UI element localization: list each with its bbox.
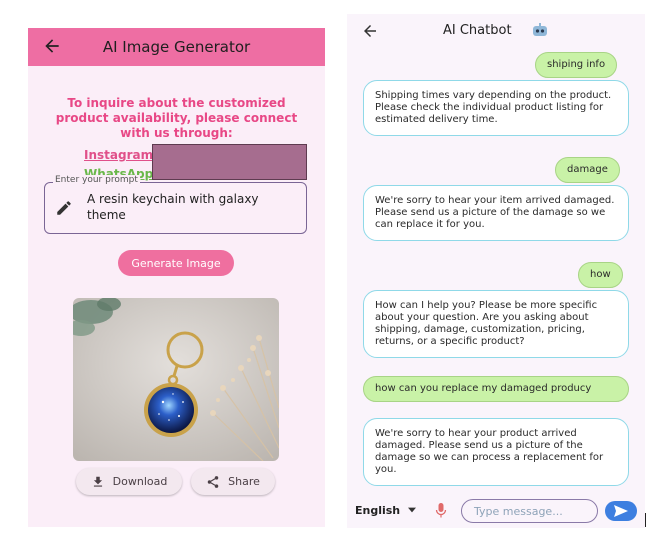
mic-icon[interactable] (435, 503, 447, 519)
send-button[interactable] (605, 501, 637, 521)
robot-icon (533, 23, 547, 36)
page-title: AI Chatbot (443, 23, 512, 38)
page-title: AI Image Generator (102, 38, 251, 56)
redacted-contact-block (152, 144, 307, 180)
chevron-down-icon[interactable] (408, 507, 416, 513)
bot-message: How can I help you? Please be more speci… (363, 290, 629, 358)
prompt-field-label: Enter your prompt (53, 175, 140, 185)
text-cursor (645, 513, 646, 527)
bot-message: Shipping times vary depending on the pro… (363, 80, 629, 136)
share-label: Share (228, 475, 260, 488)
send-icon (614, 505, 628, 517)
app-bar: AI Image Generator (28, 28, 325, 66)
chatbot-screen: AI Chatbot shiping info Shipping times v… (347, 14, 645, 528)
user-message: how can you replace my damaged producy (363, 376, 629, 402)
arrow-back-icon[interactable] (361, 22, 379, 40)
language-select[interactable]: English (355, 504, 400, 517)
user-message: how (578, 262, 623, 288)
instagram-link[interactable]: Instagram: (84, 148, 158, 162)
bot-message: We're sorry to hear your item arrived da… (363, 185, 629, 241)
download-button[interactable]: Download (76, 468, 182, 495)
chat-input-bar: English Type message... (347, 498, 645, 528)
generate-image-button[interactable]: Generate Image (118, 250, 234, 276)
app-bar: AI Chatbot (347, 14, 645, 48)
download-label: Download (112, 475, 168, 488)
message-input[interactable]: Type message... (461, 499, 598, 523)
share-button[interactable]: Share (191, 468, 275, 495)
download-icon (93, 476, 102, 487)
user-message: damage (555, 157, 620, 183)
generated-image (73, 298, 279, 461)
share-icon (207, 475, 219, 488)
pencil-icon (57, 201, 71, 215)
inquiry-text: To inquire about the customized product … (55, 96, 298, 140)
image-generator-screen: AI Image Generator To inquire about the … (28, 28, 325, 527)
prompt-value: A resin keychain with galaxy theme (87, 192, 259, 222)
user-message: shiping info (535, 52, 618, 78)
bot-message: We're sorry to hear your product arrived… (363, 418, 629, 486)
prompt-input[interactable]: Enter your prompt A resin keychain with … (44, 175, 307, 234)
